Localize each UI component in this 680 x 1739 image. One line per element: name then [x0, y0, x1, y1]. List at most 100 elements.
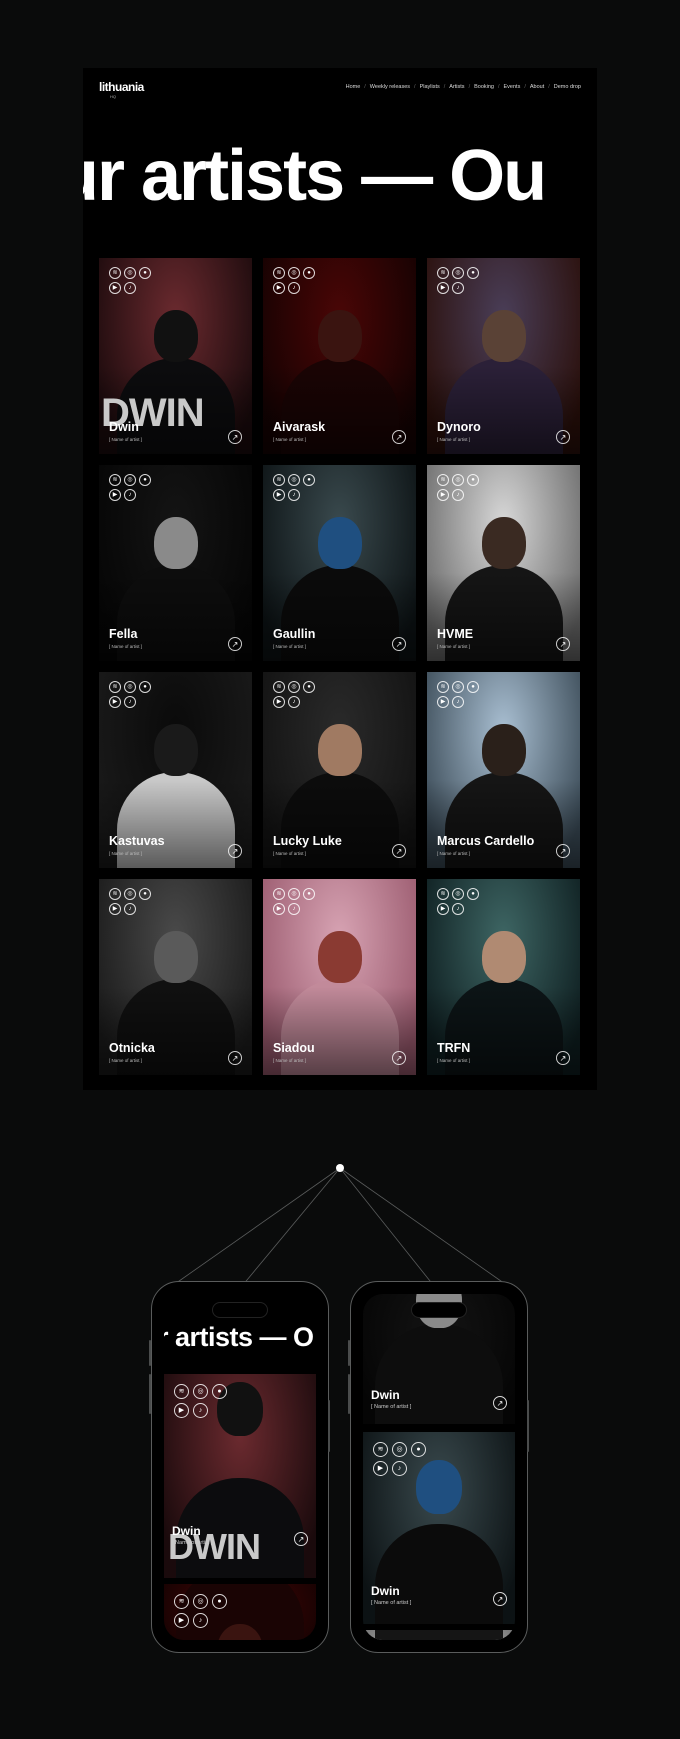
- youtube-icon[interactable]: ▶: [437, 696, 449, 708]
- instagram-icon[interactable]: ◎: [124, 888, 136, 900]
- apple-music-icon[interactable]: ●: [303, 267, 315, 279]
- tiktok-icon[interactable]: ♪: [452, 903, 464, 915]
- spotify-icon[interactable]: ≋: [273, 888, 285, 900]
- artist-card-trfn[interactable]: ≋ ◎ ● ▶ ♪ TRFN [ Name of artist ] ↗: [427, 879, 580, 1075]
- instagram-icon[interactable]: ◎: [452, 267, 464, 279]
- youtube-icon[interactable]: ▶: [437, 489, 449, 501]
- tiktok-icon[interactable]: ♪: [193, 1613, 208, 1628]
- artist-card-fella[interactable]: ≋ ◎ ● ▶ ♪ Fella [ Name of artist ] ↗: [99, 465, 252, 661]
- instagram-icon[interactable]: ◎: [288, 474, 300, 486]
- nav-item-artists[interactable]: Artists: [449, 84, 464, 90]
- artist-card-hvme[interactable]: ≋ ◎ ● ▶ ♪ HVME [ Name of artist ] ↗: [427, 465, 580, 661]
- apple-music-icon[interactable]: ●: [303, 474, 315, 486]
- arrow-up-right-icon[interactable]: ↗: [556, 637, 570, 651]
- instagram-icon[interactable]: ◎: [392, 1442, 407, 1457]
- instagram-icon[interactable]: ◎: [288, 681, 300, 693]
- site-logo[interactable]: lithuania: [99, 80, 144, 94]
- spotify-icon[interactable]: ≋: [109, 267, 121, 279]
- youtube-icon[interactable]: ▶: [109, 696, 121, 708]
- mobile-artist-card[interactable]: ≋◎●▶♪: [363, 1630, 515, 1640]
- instagram-icon[interactable]: ◎: [193, 1384, 208, 1399]
- apple-music-icon[interactable]: ●: [139, 474, 151, 486]
- arrow-up-right-icon[interactable]: ↗: [392, 844, 406, 858]
- arrow-up-right-icon[interactable]: ↗: [493, 1396, 507, 1410]
- mobile-artist-card[interactable]: ≋ ◎ ● ▶ ♪ Dwin [ Name of artist ] ↗: [363, 1432, 515, 1624]
- spotify-icon[interactable]: ≋: [109, 681, 121, 693]
- artist-card-marcus-cardello[interactable]: ≋ ◎ ● ▶ ♪ Marcus Cardello [ Name of artist ] ↗: [427, 672, 580, 868]
- tiktok-icon[interactable]: ♪: [124, 903, 136, 915]
- apple-music-icon[interactable]: ●: [139, 888, 151, 900]
- mobile-artist-card[interactable]: DWIN ≋ ◎ ● ▶ ♪ Dwin[ Name of artist ] ↗: [164, 1374, 316, 1578]
- apple-music-icon[interactable]: ●: [303, 681, 315, 693]
- youtube-icon[interactable]: ▶: [174, 1403, 189, 1418]
- nav-item-about[interactable]: About: [530, 84, 544, 90]
- instagram-icon[interactable]: ◎: [288, 267, 300, 279]
- spotify-icon[interactable]: ≋: [437, 681, 449, 693]
- youtube-icon[interactable]: ▶: [109, 489, 121, 501]
- spotify-icon[interactable]: ≋: [437, 267, 449, 279]
- nav-item-playlists[interactable]: Playlists: [420, 84, 440, 90]
- tiktok-icon[interactable]: ♪: [392, 1461, 407, 1476]
- apple-music-icon[interactable]: ●: [467, 681, 479, 693]
- spotify-icon[interactable]: ≋: [437, 474, 449, 486]
- artist-card-dynoro[interactable]: ≋ ◎ ● ▶ ♪ Dynoro [ Name of artist ] ↗: [427, 258, 580, 454]
- youtube-icon[interactable]: ▶: [174, 1613, 189, 1628]
- arrow-up-right-icon[interactable]: ↗: [228, 430, 242, 444]
- spotify-icon[interactable]: ≋: [273, 681, 285, 693]
- apple-music-icon[interactable]: ●: [411, 1442, 426, 1457]
- artist-card-gaullin[interactable]: ≋ ◎ ● ▶ ♪ Gaullin [ Name of artist ] ↗: [263, 465, 416, 661]
- nav-item-weekly-releases[interactable]: Weekly releases: [370, 84, 410, 90]
- tiktok-icon[interactable]: ♪: [124, 489, 136, 501]
- mobile-artist-card[interactable]: ≋◎●▶♪: [164, 1584, 316, 1640]
- artist-card-siadou[interactable]: ≋ ◎ ● ▶ ♪ Siadou [ Name of artist ] ↗: [263, 879, 416, 1075]
- tiktok-icon[interactable]: ♪: [124, 696, 136, 708]
- tiktok-icon[interactable]: ♪: [288, 903, 300, 915]
- youtube-icon[interactable]: ▶: [109, 903, 121, 915]
- youtube-icon[interactable]: ▶: [437, 282, 449, 294]
- arrow-up-right-icon[interactable]: ↗: [556, 844, 570, 858]
- spotify-icon[interactable]: ≋: [273, 474, 285, 486]
- youtube-icon[interactable]: ▶: [273, 903, 285, 915]
- instagram-icon[interactable]: ◎: [452, 681, 464, 693]
- arrow-up-right-icon[interactable]: ↗: [493, 1592, 507, 1606]
- tiktok-icon[interactable]: ♪: [288, 696, 300, 708]
- nav-item-events[interactable]: Events: [504, 84, 521, 90]
- arrow-up-right-icon[interactable]: ↗: [392, 1051, 406, 1065]
- instagram-icon[interactable]: ◎: [452, 888, 464, 900]
- tiktok-icon[interactable]: ♪: [288, 282, 300, 294]
- tiktok-icon[interactable]: ♪: [193, 1403, 208, 1418]
- spotify-icon[interactable]: ≋: [109, 888, 121, 900]
- arrow-up-right-icon[interactable]: ↗: [392, 430, 406, 444]
- nav-item-booking[interactable]: Booking: [474, 84, 494, 90]
- tiktok-icon[interactable]: ♪: [452, 489, 464, 501]
- instagram-icon[interactable]: ◎: [193, 1594, 208, 1609]
- instagram-icon[interactable]: ◎: [124, 267, 136, 279]
- arrow-up-right-icon[interactable]: ↗: [228, 844, 242, 858]
- arrow-up-right-icon[interactable]: ↗: [228, 637, 242, 651]
- instagram-icon[interactable]: ◎: [124, 681, 136, 693]
- spotify-icon[interactable]: ≋: [437, 888, 449, 900]
- artist-card-aivarask[interactable]: ≋ ◎ ● ▶ ♪ Aivarask [ Name of artist ] ↗: [263, 258, 416, 454]
- apple-music-icon[interactable]: ●: [212, 1384, 227, 1399]
- apple-music-icon[interactable]: ●: [303, 888, 315, 900]
- tiktok-icon[interactable]: ♪: [288, 489, 300, 501]
- artist-card-kastuvas[interactable]: ≋ ◎ ● ▶ ♪ Kastuvas [ Name of artist ] ↗: [99, 672, 252, 868]
- youtube-icon[interactable]: ▶: [273, 282, 285, 294]
- artist-card-lucky-luke[interactable]: ≋ ◎ ● ▶ ♪ Lucky Luke [ Name of artist ] ↗: [263, 672, 416, 868]
- instagram-icon[interactable]: ◎: [124, 474, 136, 486]
- nav-item-home[interactable]: Home: [346, 84, 361, 90]
- arrow-up-right-icon[interactable]: ↗: [556, 1051, 570, 1065]
- arrow-up-right-icon[interactable]: ↗: [228, 1051, 242, 1065]
- apple-music-icon[interactable]: ●: [467, 267, 479, 279]
- spotify-icon[interactable]: ≋: [174, 1384, 189, 1399]
- apple-music-icon[interactable]: ●: [139, 267, 151, 279]
- spotify-icon[interactable]: ≋: [109, 474, 121, 486]
- instagram-icon[interactable]: ◎: [452, 474, 464, 486]
- spotify-icon[interactable]: ≋: [174, 1594, 189, 1609]
- tiktok-icon[interactable]: ♪: [452, 282, 464, 294]
- instagram-icon[interactable]: ◎: [288, 888, 300, 900]
- nav-item-demo-drop[interactable]: Demo drop: [554, 84, 581, 90]
- youtube-icon[interactable]: ▶: [273, 696, 285, 708]
- artist-card-otnicka[interactable]: ≋ ◎ ● ▶ ♪ Otnicka [ Name of artist ] ↗: [99, 879, 252, 1075]
- tiktok-icon[interactable]: ♪: [452, 696, 464, 708]
